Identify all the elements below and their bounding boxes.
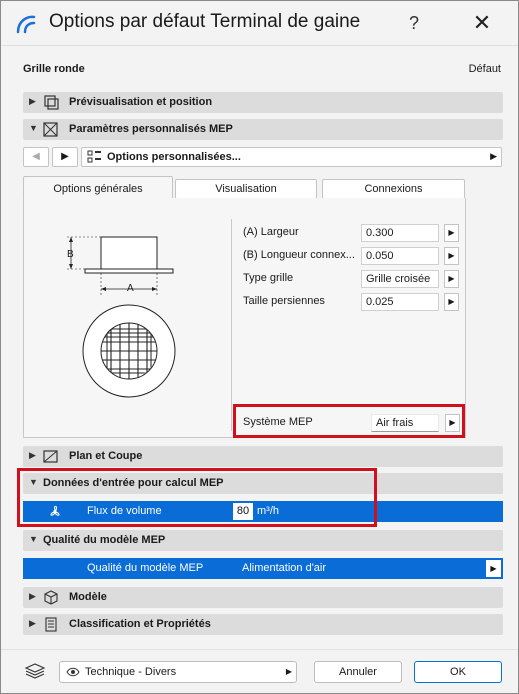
grille-type-arrow-button[interactable]: ▶ <box>444 270 459 288</box>
expanded-arrow-icon: ▼ <box>29 534 38 544</box>
section-label: Modèle <box>69 591 107 603</box>
grille-type-label: Type grille <box>243 272 294 284</box>
options-dialog: Options par défaut Terminal de gaine ? ✕… <box>0 0 519 694</box>
classification-icon <box>45 617 57 632</box>
section-label: Plan et Coupe <box>69 450 143 462</box>
collapsed-arrow-icon: ▶ <box>29 618 36 628</box>
collapsed-arrow-icon: ▶ <box>29 96 36 106</box>
section-label: Qualité du modèle MEP <box>43 534 166 546</box>
connection-length-arrow-button[interactable]: ▶ <box>444 247 459 265</box>
cancel-button[interactable]: Annuler <box>314 661 402 683</box>
section-classification[interactable]: ▶ Classification et Propriétés <box>23 614 503 635</box>
help-button[interactable]: ? <box>399 9 429 37</box>
prev-page-button[interactable]: ◀ <box>23 147 49 167</box>
highlight-mep-calc <box>17 468 377 527</box>
model-quality-label: Qualité du modèle MEP <box>87 562 204 574</box>
dropdown-arrow-icon: ▶ <box>285 667 292 676</box>
section-label: Prévisualisation et position <box>69 96 213 108</box>
favorites-icon[interactable] <box>23 662 47 680</box>
section-label: Classification et Propriétés <box>69 618 211 630</box>
connection-length-label: (B) Longueur connex... <box>243 249 355 261</box>
custom-options-label: Options personnalisées... <box>107 151 241 163</box>
section-model[interactable]: ▶ Modèle <box>23 587 503 608</box>
section-mep-params[interactable]: ▼ Paramètres personnalisés MEP <box>23 119 503 140</box>
dimension-a-label: A <box>127 283 134 294</box>
section-preview[interactable]: ▶ Prévisualisation et position <box>23 92 503 113</box>
window-title: Options par défaut Terminal de gaine <box>49 11 361 32</box>
plan-section-icon <box>43 450 58 463</box>
dropdown-arrow-icon: ▶ <box>490 151 497 161</box>
tab-general-options[interactable]: Options générales <box>23 176 173 200</box>
model-cube-icon <box>44 590 58 605</box>
model-quality-value: Alimentation d'air <box>242 562 327 574</box>
section-plan[interactable]: ▶ Plan et Coupe <box>23 446 503 467</box>
title-divider <box>1 45 518 46</box>
dimension-b-label: B <box>67 249 74 260</box>
collapsed-arrow-icon: ▶ <box>29 591 36 601</box>
preview-icon <box>44 95 59 110</box>
object-name: Grille ronde <box>23 63 85 75</box>
favorites-label: Technique - Divers <box>85 666 177 678</box>
louver-size-input[interactable]: 0.025 <box>361 293 439 311</box>
connection-length-input[interactable]: 0.050 <box>361 247 439 265</box>
width-input[interactable]: 0.300 <box>361 224 439 242</box>
favorites-dropdown[interactable]: Technique - Divers ▶ <box>59 661 297 683</box>
louver-size-label: Taille persiennes <box>243 295 325 307</box>
next-page-button[interactable]: ▶ <box>52 147 78 167</box>
eye-icon <box>66 667 80 677</box>
section-model-quality[interactable]: ▼ Qualité du modèle MEP <box>23 530 503 551</box>
tab-connexions[interactable]: Connexions <box>322 179 465 199</box>
title-bar: Options par défaut Terminal de gaine ? ✕ <box>1 1 518 45</box>
custom-options-icon <box>87 150 101 163</box>
expanded-arrow-icon: ▼ <box>29 123 38 133</box>
width-label: (A) Largeur <box>243 226 299 238</box>
mep-params-icon <box>43 122 58 137</box>
grille-type-select[interactable]: Grille croisée <box>361 270 439 288</box>
default-label: Défaut <box>468 63 501 75</box>
section-label: Paramètres personnalisés MEP <box>69 123 233 135</box>
custom-options-dropdown[interactable]: Options personnalisées... ▶ <box>81 147 502 167</box>
width-arrow-button[interactable]: ▶ <box>444 224 459 242</box>
archicad-app-icon <box>16 15 36 34</box>
custom-options-nav: ◀ ▶ Options personnalisées... ▶ <box>23 147 503 169</box>
footer-divider <box>1 649 518 650</box>
louver-size-arrow-button[interactable]: ▶ <box>444 293 459 311</box>
model-quality-arrow-button[interactable]: ▶ <box>486 560 501 577</box>
model-quality-row[interactable]: Qualité du modèle MEP Alimentation d'air… <box>23 558 503 579</box>
panel-divider <box>231 219 232 431</box>
ok-button[interactable]: OK <box>414 661 502 683</box>
close-button[interactable]: ✕ <box>467 9 497 37</box>
tab-visualisation[interactable]: Visualisation <box>175 179 317 199</box>
highlight-mep-system <box>233 404 465 438</box>
collapsed-arrow-icon: ▶ <box>29 450 36 460</box>
